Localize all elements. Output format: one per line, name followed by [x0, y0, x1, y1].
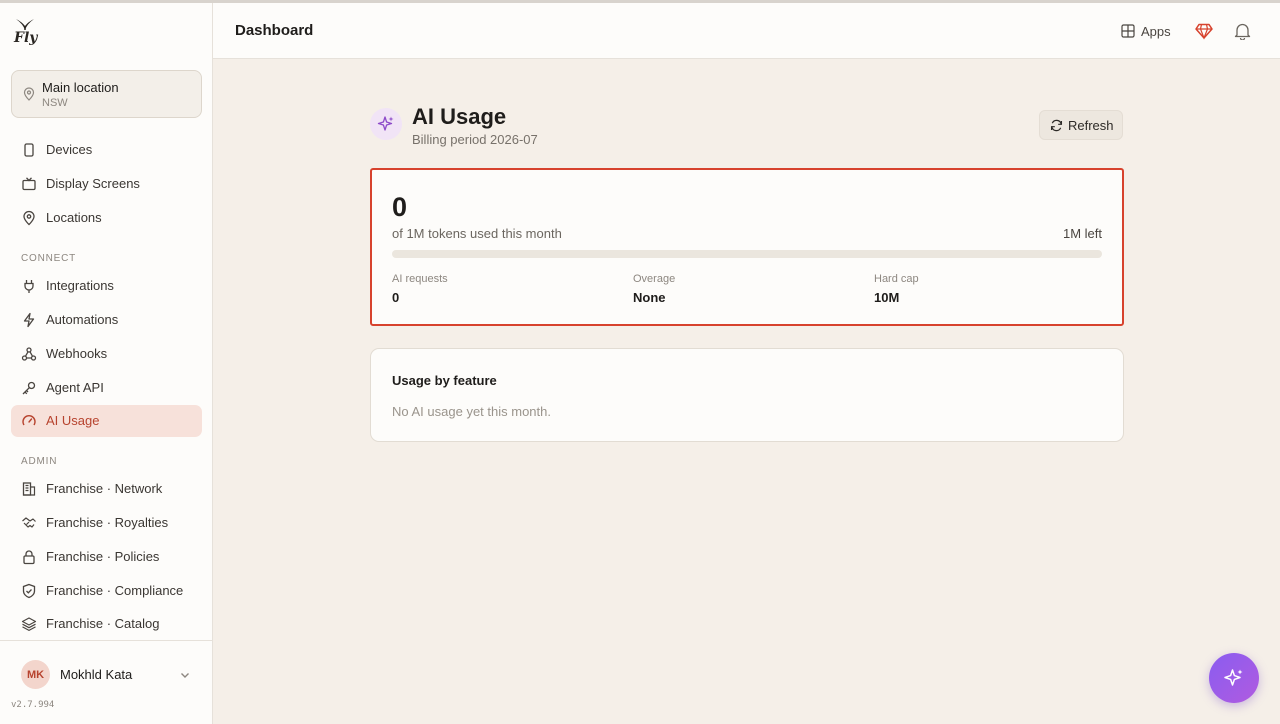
- token-progress-bar: [392, 250, 1102, 258]
- stat-overage: Overage None: [633, 273, 675, 305]
- handshake-icon: [22, 517, 36, 528]
- chevron-down-icon: [181, 673, 189, 678]
- token-usage-card: 0 of 1M tokens used this month 1M left A…: [370, 168, 1124, 326]
- plug-icon: [24, 280, 34, 293]
- refresh-label: Refresh: [1068, 118, 1114, 133]
- sidebar-item-display-screens[interactable]: Display Screens: [11, 168, 202, 200]
- sidebar-item-franchise-royalties[interactable]: Franchise · Royalties: [11, 507, 202, 539]
- sidebar-item-label: Franchise · Catalog: [46, 616, 160, 631]
- sidebar: Fly Main location NSW Devices Display Sc…: [0, 3, 213, 724]
- sparkle-icon: [1224, 669, 1243, 686]
- top-header: Dashboard Apps: [213, 3, 1280, 59]
- refresh-button[interactable]: Refresh: [1039, 110, 1123, 140]
- sidebar-item-label: Automations: [46, 312, 119, 327]
- sidebar-item-label: Franchise · Policies: [46, 549, 160, 564]
- sidebar-item-agent-api[interactable]: Agent API: [11, 372, 202, 404]
- stat-value: 0: [392, 290, 400, 305]
- sidebar-item-webhooks[interactable]: Webhooks: [11, 338, 202, 370]
- gauge-icon: [22, 415, 36, 426]
- map-pin-icon: [23, 87, 35, 101]
- sidebar-item-label: Integrations: [46, 278, 114, 293]
- tv-icon: [22, 177, 36, 191]
- sidebar-item-label: Display Screens: [46, 176, 140, 191]
- stat-label: Hard cap: [874, 273, 919, 285]
- sidebar-item-integrations[interactable]: Integrations: [11, 270, 202, 302]
- sidebar-item-label: Agent API: [46, 380, 104, 395]
- empty-state-text: No AI usage yet this month.: [392, 404, 551, 419]
- shield-icon: [22, 583, 36, 599]
- user-name: Mokhld Kata: [60, 667, 133, 682]
- sidebar-item-franchise-compliance[interactable]: Franchise · Compliance: [11, 575, 202, 607]
- sidebar-item-franchise-catalog[interactable]: Franchise · Catalog: [11, 608, 202, 640]
- section-label-connect: CONNECT: [21, 253, 77, 264]
- tokens-left: 1M left: [1062, 226, 1102, 241]
- refresh-icon: [1050, 119, 1063, 132]
- sidebar-item-franchise-network[interactable]: Franchise · Network: [11, 473, 202, 505]
- header-title: Dashboard: [235, 22, 314, 39]
- sidebar-item-label: Locations: [46, 210, 102, 225]
- stat-label: Overage: [633, 273, 676, 285]
- webhook-icon: [21, 347, 37, 361]
- grid-icon: [1121, 24, 1135, 38]
- stat-value: 10M: [874, 290, 900, 305]
- sidebar-item-label: Franchise · Compliance: [46, 583, 184, 598]
- sidebar-item-franchise-policies[interactable]: Franchise · Policies: [11, 541, 202, 573]
- location-subtitle: NSW: [42, 97, 68, 109]
- location-title: Main location: [42, 80, 119, 95]
- building-icon: [22, 482, 36, 496]
- apps-label: Apps: [1141, 23, 1171, 39]
- stat-label: AI requests: [392, 273, 448, 285]
- stat-hard-cap: Hard cap 10M: [874, 273, 919, 305]
- sidebar-item-label: Franchise · Royalties: [46, 515, 169, 530]
- sidebar-item-label: Devices: [46, 142, 93, 157]
- stat-ai-requests: AI requests 0: [392, 273, 448, 305]
- map-pin-icon: [23, 210, 35, 226]
- sidebar-item-devices[interactable]: Devices: [11, 134, 202, 166]
- bell-icon[interactable]: [1234, 22, 1251, 40]
- sidebar-item-label: AI Usage: [46, 413, 100, 428]
- sparkle-icon: [377, 116, 394, 131]
- logo-text: Fly: [14, 30, 38, 46]
- lock-icon: [23, 550, 35, 565]
- user-menu[interactable]: MK Mokhld Kata: [0, 640, 212, 700]
- layers-icon: [21, 617, 37, 631]
- stat-value: None: [633, 290, 666, 305]
- sidebar-item-ai-usage[interactable]: AI Usage: [11, 405, 202, 437]
- ai-sparkle-badge: [370, 108, 402, 140]
- section-label-admin: ADMIN: [21, 456, 58, 467]
- card-title: Usage by feature: [392, 373, 497, 388]
- location-selector[interactable]: Main location NSW: [11, 70, 202, 118]
- page-title: AI Usage: [412, 104, 507, 129]
- sidebar-item-label: Franchise · Network: [46, 481, 163, 496]
- sidebar-item-automations[interactable]: Automations: [11, 304, 202, 336]
- usage-by-feature-card: Usage by feature No AI usage yet this mo…: [370, 348, 1124, 442]
- ai-assistant-button[interactable]: [1209, 653, 1259, 703]
- tokens-caption: of 1M tokens used this month: [392, 226, 562, 241]
- version-label: v2.7.994: [11, 700, 55, 710]
- tokens-used-value: 0: [392, 192, 408, 222]
- sidebar-item-label: Webhooks: [46, 346, 108, 361]
- key-icon: [22, 381, 36, 395]
- billing-period: Billing period 2026-07: [412, 132, 538, 147]
- phone-icon: [24, 143, 34, 157]
- gem-icon[interactable]: [1195, 22, 1213, 40]
- lightning-icon: [23, 312, 35, 328]
- sidebar-item-locations[interactable]: Locations: [11, 202, 202, 234]
- avatar: MK: [21, 660, 50, 689]
- apps-button[interactable]: Apps: [1121, 21, 1171, 41]
